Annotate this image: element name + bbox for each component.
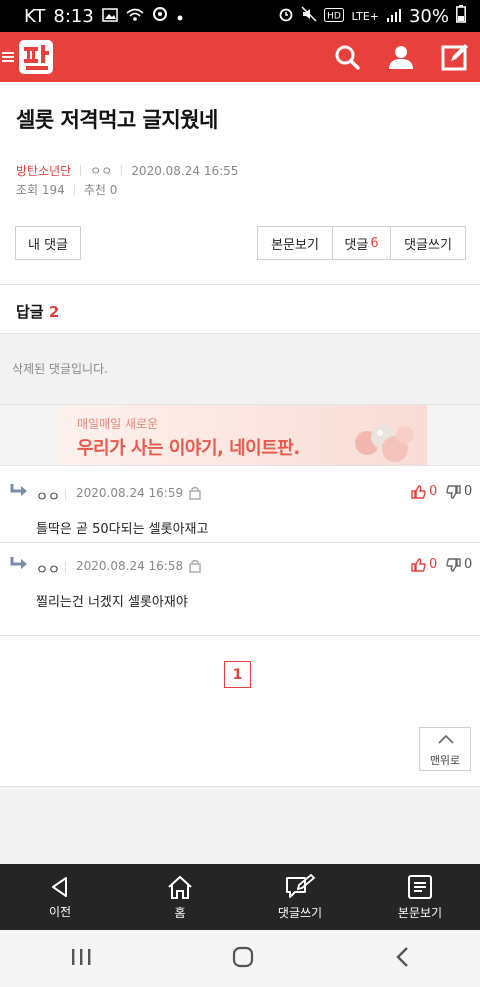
mute-icon [301, 6, 318, 26]
chevron-up-icon [438, 734, 454, 744]
comment-text: 찔리는건 너겠지 셀롯아재야 [36, 595, 188, 610]
search-icon[interactable] [332, 42, 362, 72]
scroll-to-top-label: 맨위로 [429, 754, 461, 767]
deleted-comment-text: 삭제된 댓글입니다. [12, 362, 108, 376]
nav-back[interactable]: 이전 [0, 864, 120, 930]
ad-banner-area: 매일매일 새로운 우리가 사는 이야기, 네이트판. [0, 405, 480, 465]
wifi-call-icon [126, 6, 144, 27]
comment-text: 틀딱은 곧 50다되는 셀롯아재고 [36, 522, 209, 537]
signal-icon [386, 7, 402, 26]
nav-write-comment[interactable]: 댓글쓰기 [240, 864, 360, 930]
scroll-to-top-button[interactable]: 맨위로 [419, 727, 471, 771]
my-comments-button[interactable]: 내 댓글 [15, 226, 81, 260]
banner-title: 우리가 사는 이야기, 네이트판. [77, 438, 300, 459]
ad-banner[interactable]: 매일매일 새로운 우리가 사는 이야기, 네이트판. [57, 405, 427, 465]
reply-arrow-icon [10, 557, 27, 569]
nav-home[interactable]: 홈 [120, 864, 240, 930]
like-count: 0 [429, 557, 438, 572]
image-icon [102, 6, 118, 27]
dot-icon [176, 6, 184, 27]
document-icon [408, 874, 432, 899]
clock: 8:13 [53, 5, 94, 27]
thumbs-down-icon [446, 484, 461, 499]
comment-item: ㅇㅇ 2020.08.24 16:59 틀딱은 곧 50다되는 셀롯아재고 0 … [0, 484, 480, 544]
pearls-icon [355, 425, 414, 462]
report-icon[interactable] [189, 486, 201, 500]
deleted-comment: 삭제된 댓글입니다. [0, 333, 480, 405]
post-datetime: 2020.08.24 16:55 [131, 163, 239, 178]
report-icon[interactable] [189, 559, 201, 573]
comment-write-icon [286, 873, 316, 898]
comment-date: 2020.08.24 16:58 [76, 559, 184, 573]
battery-icon [456, 5, 466, 27]
app-header [0, 32, 480, 82]
nav-view-body[interactable]: 본문보기 [360, 864, 480, 930]
user-icon[interactable] [386, 42, 416, 72]
bottom-nav: 이전 홈 댓글쓰기 본문보기 [0, 864, 480, 930]
recent-apps-icon[interactable] [70, 947, 92, 971]
replies-label: 답글 [16, 303, 44, 321]
nav-back-label: 이전 [48, 904, 72, 919]
replies-count: 2 [48, 303, 60, 321]
home-icon [168, 875, 192, 899]
back-triangle-icon [52, 876, 67, 897]
battery-percent: 30% [408, 5, 449, 27]
write-comment-button[interactable]: 댓글쓰기 [391, 227, 465, 259]
dislike-count: 0 [464, 484, 473, 499]
dislike-button[interactable]: 0 [446, 484, 472, 499]
nav-view-body-label: 본문보기 [397, 905, 443, 920]
dislike-count: 0 [464, 557, 473, 572]
thumbs-up-icon [411, 557, 426, 572]
home-button-icon[interactable] [232, 946, 254, 972]
app-icon [152, 6, 168, 27]
like-button[interactable]: 0 [411, 484, 437, 499]
nav-home-label: 홈 [174, 905, 186, 920]
system-nav-bar [0, 930, 480, 987]
back-button-icon[interactable] [394, 946, 410, 972]
comments-count: 6 [370, 235, 379, 251]
like-button[interactable]: 0 [411, 557, 437, 572]
post-board[interactable]: 방탄소년단 [16, 162, 71, 179]
post-writer: ㅇㅇ [90, 164, 113, 178]
divider [0, 635, 480, 636]
comments-button[interactable]: 댓글 6 [333, 227, 391, 259]
divider [0, 284, 480, 285]
post-stats: 조회 194 추천 0 [16, 181, 117, 198]
alarm-icon [278, 6, 294, 26]
dislike-button[interactable]: 0 [446, 557, 472, 572]
carrier: KT [24, 5, 46, 27]
svg-text:HD: HD [328, 11, 342, 21]
pann-logo[interactable] [0, 37, 56, 77]
thumbs-up-icon [411, 484, 426, 499]
write-post-icon[interactable] [440, 42, 470, 72]
post-views: 조회 194 [16, 183, 65, 197]
reply-arrow-icon [10, 484, 27, 496]
like-count: 0 [429, 484, 438, 499]
thumbs-down-icon [446, 557, 461, 572]
comments-label: 댓글 [344, 237, 369, 253]
status-bar: KT 8:13 HD LTE+ 30% [0, 0, 480, 32]
comment-date: 2020.08.24 16:59 [76, 486, 184, 500]
comment-author: ㅇㅇ [36, 490, 60, 505]
menu-icon[interactable] [2, 50, 16, 64]
post-recommend: 추천 0 [83, 183, 118, 197]
replies-header: 답글 2 [16, 301, 59, 322]
banner-subtitle: 매일매일 새로운 [77, 417, 159, 431]
hd-icon: HD [324, 7, 345, 26]
footer-space [0, 786, 480, 864]
divider [0, 542, 480, 543]
post-title: 셀롯 저격먹고 글지웠네 [16, 108, 218, 132]
page-number-current[interactable]: 1 [224, 661, 251, 688]
nav-write-comment-label: 댓글쓰기 [277, 905, 323, 920]
comment-item: ㅇㅇ 2020.08.24 16:58 찔리는건 너겠지 셀롯아재야 0 0 [0, 557, 480, 617]
post-meta: 방탄소년단 ㅇㅇ 2020.08.24 16:55 [16, 162, 238, 179]
divider [0, 465, 480, 466]
comment-author: ㅇㅇ [36, 563, 60, 578]
pann-logo-icon [19, 40, 53, 74]
view-body-button[interactable]: 본문보기 [258, 227, 333, 259]
comment-actions: 본문보기 댓글 6 댓글쓰기 [257, 226, 466, 260]
network-label: LTE+ [351, 9, 379, 23]
